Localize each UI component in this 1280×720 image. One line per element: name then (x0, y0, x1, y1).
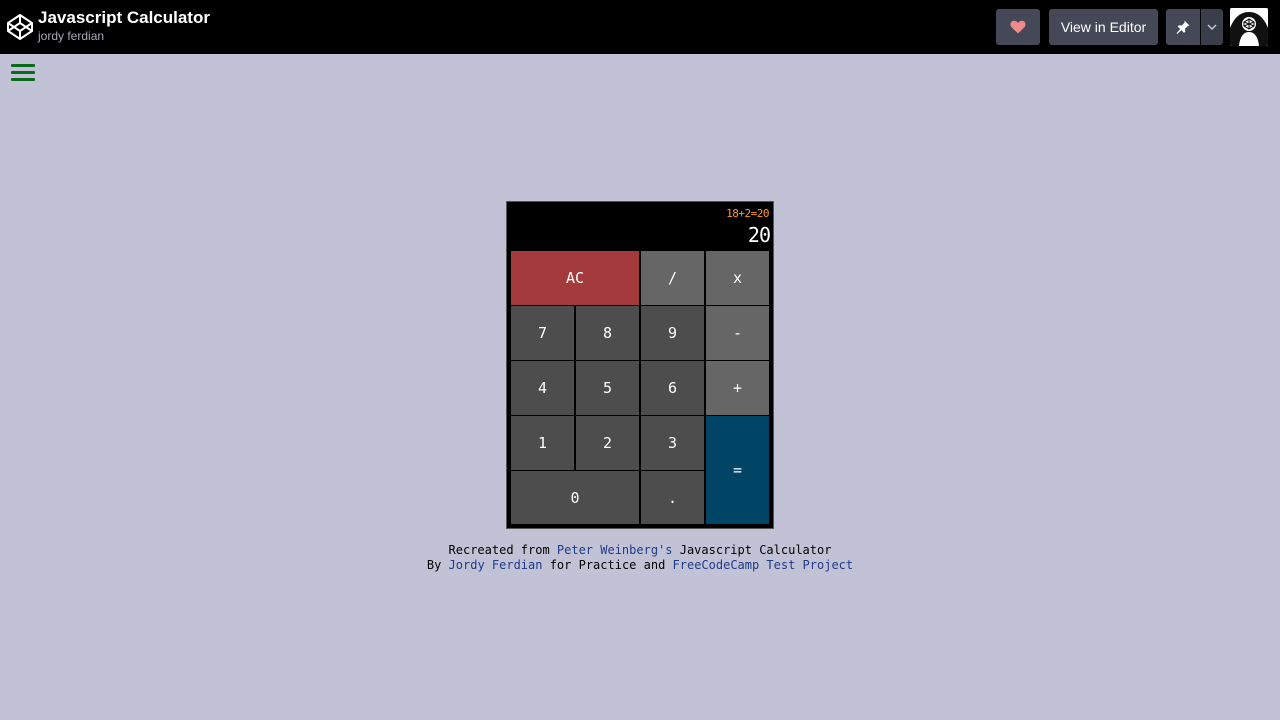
chevron-down-icon (1207, 24, 1217, 30)
pin-icon (1176, 20, 1190, 34)
zero-button[interactable]: 0 (510, 470, 640, 525)
view-in-editor-button[interactable]: View in Editor (1049, 9, 1158, 45)
nine-button[interactable]: 9 (640, 305, 705, 361)
six-button[interactable]: 6 (640, 360, 705, 416)
seven-button[interactable]: 7 (510, 305, 575, 361)
one-button[interactable]: 1 (510, 415, 575, 471)
divide-button[interactable]: / (640, 250, 705, 306)
clear-button[interactable]: AC (510, 250, 640, 306)
author-name[interactable]: jordy ferdian (38, 29, 104, 43)
jordy-ferdian-link[interactable]: Jordy Ferdian (449, 558, 543, 572)
three-button[interactable]: 3 (640, 415, 705, 471)
avatar[interactable] (1230, 8, 1268, 46)
peter-weinberg-link[interactable]: Peter Weinberg's (557, 543, 673, 557)
five-button[interactable]: 5 (575, 360, 640, 416)
credits-text: Javascript Calculator (672, 543, 832, 557)
equals-button[interactable]: = (705, 415, 770, 525)
page-title[interactable]: Javascript Calculator (38, 8, 210, 28)
pin-button[interactable] (1166, 9, 1200, 45)
eight-button[interactable]: 8 (575, 305, 640, 361)
calculator: 18+2=20 20 AC / x 7 8 9 - 4 5 6 + 1 2 3 … (506, 201, 774, 529)
add-button[interactable]: + (705, 360, 770, 416)
two-button[interactable]: 2 (575, 415, 640, 471)
multiply-button[interactable]: x (705, 250, 770, 306)
subtract-button[interactable]: - (705, 305, 770, 361)
pin-dropdown-button[interactable] (1201, 9, 1223, 45)
output-display: 20 (747, 223, 771, 247)
credits-text: for Practice and (542, 558, 673, 572)
codepen-logo-icon[interactable] (6, 13, 34, 41)
avatar-image (1230, 8, 1268, 46)
credits-text: By (426, 558, 449, 572)
heart-icon (1010, 20, 1026, 34)
four-button[interactable]: 4 (510, 360, 575, 416)
formula-display: 18+2=20 (726, 207, 769, 220)
like-button[interactable] (996, 9, 1040, 45)
credits-text: Recreated from (448, 543, 557, 557)
credits-line-1: Recreated from Peter Weinberg's Javascri… (0, 543, 1280, 557)
decimal-button[interactable]: . (640, 470, 705, 525)
credits-line-2: By Jordy Ferdian for Practice and FreeCo… (0, 558, 1280, 572)
hamburger-menu-icon[interactable] (11, 63, 35, 83)
freecodecamp-link[interactable]: FreeCodeCamp Test Project (673, 558, 854, 572)
top-bar: Javascript Calculator jordy ferdian View… (0, 0, 1280, 54)
